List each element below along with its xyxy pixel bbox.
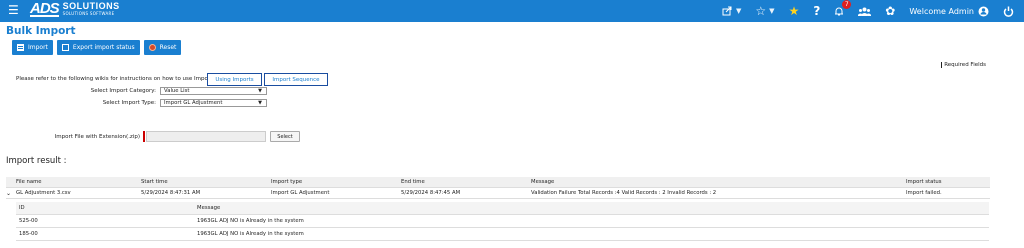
export-icon	[61, 44, 69, 51]
column-header-file-name[interactable]: File name	[16, 177, 141, 188]
column-header-import-type[interactable]: Import type	[271, 177, 401, 188]
import-button-label: Import	[28, 44, 48, 51]
table-header-row: ID Message	[16, 202, 989, 215]
column-header-start-time[interactable]: Start time	[141, 177, 271, 188]
cell-id: 525-00	[16, 214, 196, 228]
import-sequence-link[interactable]: Import Sequence	[264, 73, 328, 86]
menu-icon[interactable]: ☰	[8, 3, 19, 17]
import-type-value: Import GL Adjustment	[164, 100, 223, 106]
import-type-label: Select Import Type:	[102, 100, 156, 106]
export-import-status-button[interactable]: Export import status	[56, 40, 140, 55]
logo-name: SOLUTIONS	[62, 1, 120, 11]
notification-badge: 7	[842, 0, 852, 9]
column-header-import-status[interactable]: Import status	[906, 177, 990, 188]
using-imports-link[interactable]: Using Imports	[207, 73, 262, 86]
star-icon[interactable]: ★	[789, 4, 800, 18]
table-header-row: File name Start time Import type End tim…	[6, 177, 990, 188]
welcome-user-text[interactable]: Welcome Admin	[909, 7, 974, 16]
column-header-id[interactable]: ID	[16, 202, 196, 215]
import-button[interactable]: Import	[12, 40, 53, 55]
logo-tagline: SOLUTIONS SOFTWARE	[62, 11, 115, 16]
import-category-value: Value List	[164, 88, 190, 94]
export-button-label: Export import status	[72, 44, 135, 51]
cell-id: 185-00	[16, 227, 196, 241]
wiki-instructions-text: Please refer to the following wikis for …	[16, 76, 218, 82]
table-row[interactable]: ⌄ GL Adjustment 3.csv 5/29/2024 8:47:31 …	[6, 187, 990, 199]
share-menu-icon[interactable]: ▼	[722, 6, 741, 16]
reset-button-label: Reset	[159, 44, 177, 51]
power-icon[interactable]	[1003, 6, 1014, 17]
import-result-table: File name Start time Import type End tim…	[6, 177, 990, 199]
cell-file-name: GL Adjustment 3.csv	[16, 187, 141, 199]
import-category-label: Select Import Category:	[90, 88, 156, 94]
required-indicator	[143, 131, 145, 142]
cell-import-type: Import GL Adjustment	[271, 187, 401, 199]
dropdown-arrow-icon: ▼	[258, 88, 262, 94]
column-header-end-time[interactable]: End time	[401, 177, 531, 188]
gear-icon[interactable]: ✿	[885, 4, 895, 18]
column-header-message[interactable]: Message	[531, 177, 906, 188]
cell-message: 1963GL ADJ NO is Already in the system	[196, 214, 989, 228]
table-row[interactable]: 185-00 1963GL ADJ NO is Already in the s…	[16, 227, 989, 241]
logo-mark: ADS	[30, 0, 60, 17]
reset-button[interactable]: Reset	[143, 40, 182, 55]
import-result-heading: Import result :	[6, 156, 67, 166]
error-detail-table: ID Message 525-00 1963GL ADJ NO is Alrea…	[16, 202, 989, 241]
bell-icon[interactable]: 7	[834, 0, 852, 16]
import-file-input[interactable]	[146, 131, 266, 142]
help-icon[interactable]: ?	[813, 4, 820, 18]
reset-icon	[148, 44, 156, 51]
company-logo[interactable]: ADS SOLUTIONS SOLUTIONS SOFTWARE	[30, 0, 120, 17]
cell-start-time: 5/29/2024 8:47:31 AM	[141, 187, 271, 199]
users-icon[interactable]	[858, 7, 872, 16]
required-fields-note: Required Fields	[941, 62, 986, 68]
import-category-select[interactable]: Value List ▼	[160, 87, 267, 95]
chevron-down-icon: ▼	[736, 7, 742, 15]
dropdown-arrow-icon: ▼	[258, 100, 262, 106]
import-file-label: Import File with Extension(.zip)	[54, 134, 140, 140]
page-title: Bulk Import	[6, 25, 76, 37]
select-file-button[interactable]: Select	[270, 131, 300, 142]
import-type-select[interactable]: Import GL Adjustment ▼	[160, 99, 267, 107]
cell-end-time: 5/29/2024 8:47:45 AM	[401, 187, 531, 199]
expand-row-icon[interactable]: ⌄	[6, 187, 16, 199]
list-icon	[17, 44, 24, 51]
table-row[interactable]: 525-00 1963GL ADJ NO is Already in the s…	[16, 214, 989, 228]
user-avatar-icon[interactable]	[978, 6, 989, 17]
top-navigation-bar: ☰ ADS SOLUTIONS SOLUTIONS SOFTWARE ▼ ☆ ▼ …	[0, 0, 1024, 22]
chevron-down-icon: ▼	[769, 7, 775, 15]
favorites-menu-icon[interactable]: ☆ ▼	[755, 4, 774, 18]
toolbar: Import Export import status Reset	[12, 40, 182, 55]
column-header-message[interactable]: Message	[196, 202, 989, 215]
cell-message: 1963GL ADJ NO is Already in the system	[196, 227, 989, 241]
cell-message: Validation Failure Total Records :4 Vali…	[531, 187, 906, 199]
cell-import-status: Import failed.	[906, 187, 990, 199]
